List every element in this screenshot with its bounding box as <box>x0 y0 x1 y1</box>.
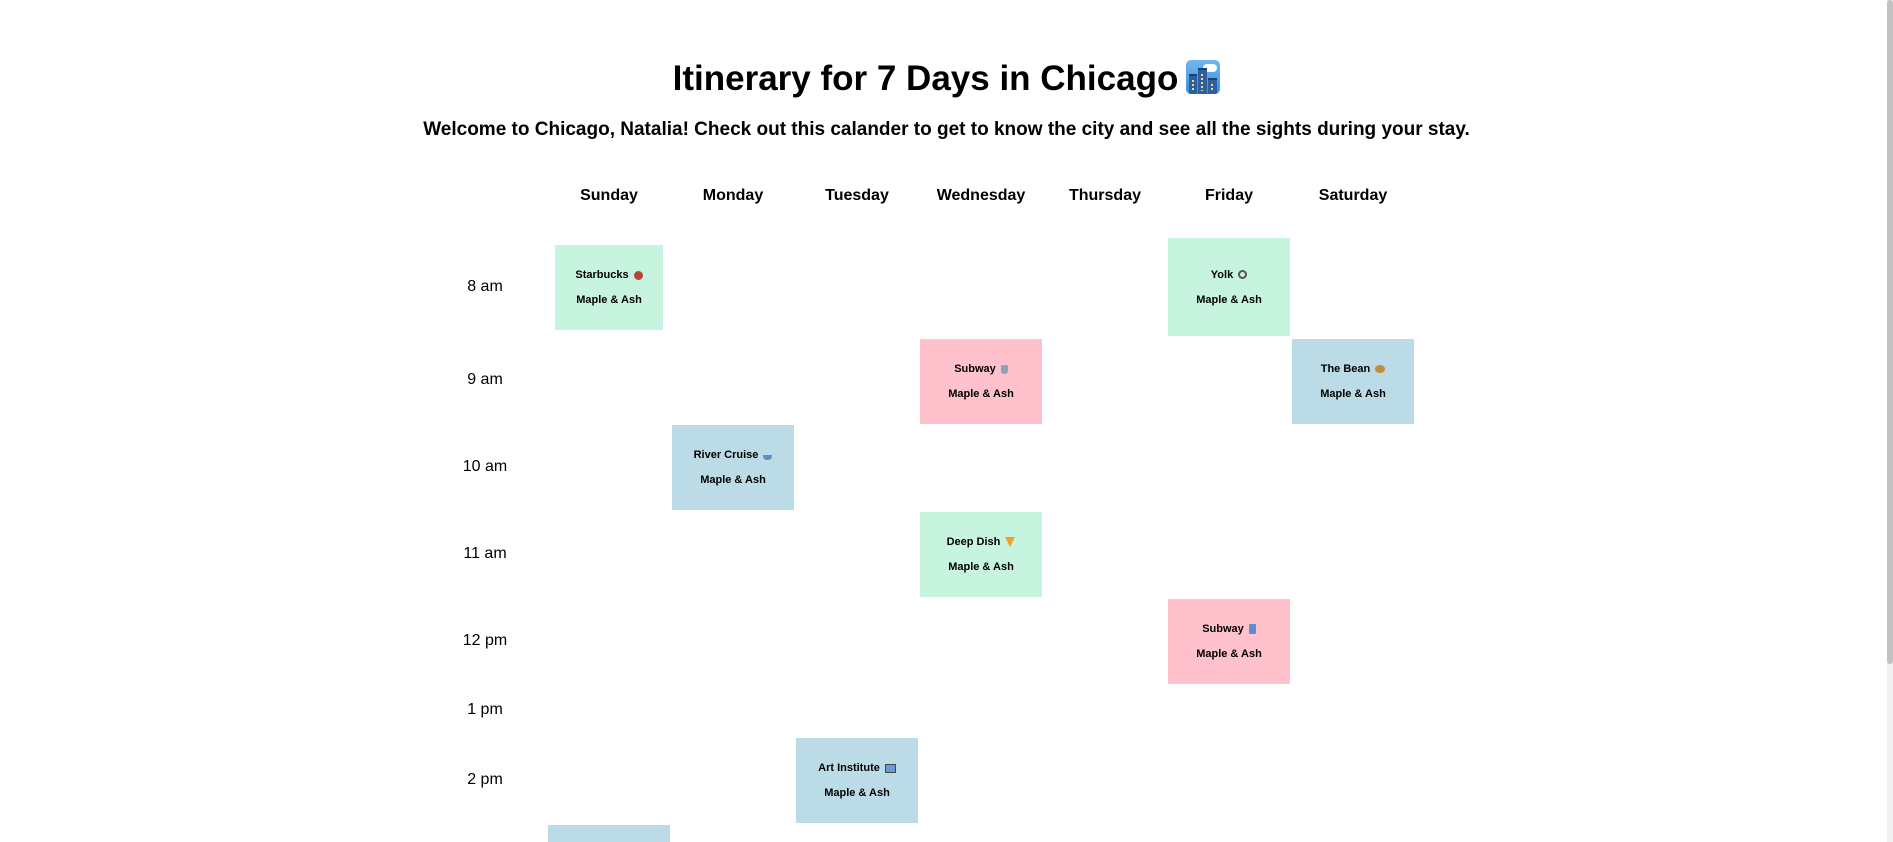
page-title: Itinerary for 7 Days in Chicago <box>0 55 1893 103</box>
event-location: Maple & Ash <box>1196 648 1262 660</box>
event-location: Maple & Ash <box>948 561 1014 573</box>
day-header-monday: Monday <box>702 187 764 204</box>
drink-icon <box>1248 624 1256 634</box>
page-scrollbar[interactable] <box>1887 0 1893 842</box>
bean-icon <box>1375 365 1386 373</box>
day-header-wednesday: Wednesday <box>936 187 1026 204</box>
time-label-10am: 10 am <box>462 458 508 475</box>
event-title: River Cruise <box>694 448 773 462</box>
pizza-icon <box>1005 537 1016 547</box>
page-title-text: Itinerary for 7 Days in Chicago <box>672 59 1179 98</box>
event-title: Subway <box>954 362 1008 376</box>
time-label-9am: 9 am <box>467 371 503 388</box>
time-label-11am: 11 am <box>463 545 507 562</box>
cup-icon <box>1000 364 1008 374</box>
event-card-the-bean[interactable]: The Bean Maple & Ash <box>1292 339 1414 424</box>
cityscape-icon <box>1186 60 1221 94</box>
event-card-deep-dish[interactable]: Deep Dish Maple & Ash <box>920 512 1042 597</box>
time-label-8am: 8 am <box>467 278 503 295</box>
itinerary-page: Itinerary for 7 Days in Chicago Welcome … <box>0 0 1893 842</box>
event-location: Maple & Ash <box>576 294 642 306</box>
event-title: Yolk <box>1211 268 1248 282</box>
event-location: Maple & Ash <box>1196 293 1262 306</box>
event-card-art-institute[interactable]: Art Institute Maple & Ash <box>796 738 918 823</box>
event-title: Art Institute <box>818 761 896 775</box>
event-card-subway-wednesday[interactable]: Subway Maple & Ash <box>920 339 1042 424</box>
scrollbar-thumb[interactable] <box>1887 0 1893 664</box>
event-location: Maple & Ash <box>948 388 1014 400</box>
day-header-saturday: Saturday <box>1318 187 1388 204</box>
time-label-1pm: 1 pm <box>467 701 503 718</box>
time-label-12pm: 12 pm <box>462 632 508 649</box>
coffee-bean-icon <box>633 270 643 280</box>
event-location: Maple & Ash <box>824 787 890 799</box>
day-header-thursday: Thursday <box>1068 187 1141 204</box>
event-card-partial[interactable] <box>548 825 670 842</box>
day-header-sunday: Sunday <box>580 187 638 204</box>
event-card-starbucks[interactable]: Starbucks Maple & Ash <box>555 245 663 330</box>
event-title: Starbucks <box>575 268 643 282</box>
event-title: Subway <box>1202 622 1256 636</box>
picture-icon <box>884 763 896 773</box>
event-card-river-cruise[interactable]: River Cruise Maple & Ash <box>672 425 794 510</box>
event-title: The Bean <box>1321 362 1386 376</box>
event-card-subway-friday[interactable]: Subway Maple & Ash <box>1168 599 1290 684</box>
magnifier-icon <box>1238 270 1248 279</box>
boat-icon <box>763 454 773 460</box>
event-card-yolk[interactable]: Yolk Maple & Ash <box>1168 238 1290 336</box>
time-label-2pm: 2 pm <box>467 771 503 788</box>
event-location: Maple & Ash <box>700 474 766 486</box>
day-header-friday: Friday <box>1204 187 1253 204</box>
event-location: Maple & Ash <box>1320 388 1386 400</box>
welcome-subtitle: Welcome to Chicago, Natalia! Check out t… <box>423 119 1470 140</box>
event-title: Deep Dish <box>947 535 1016 549</box>
day-header-tuesday: Tuesday <box>825 187 889 204</box>
